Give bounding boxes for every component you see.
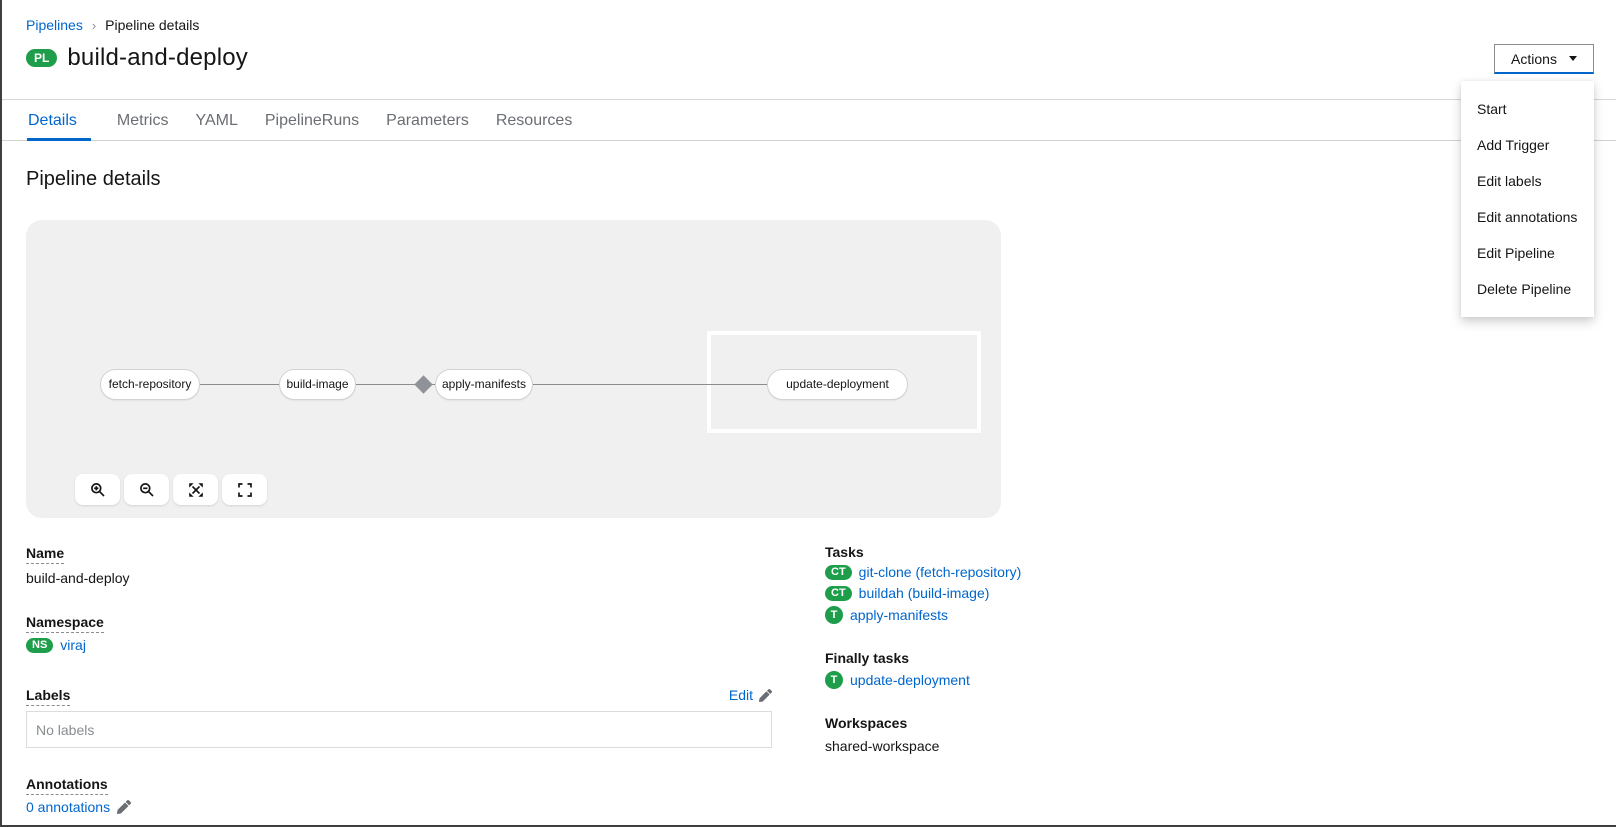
menu-item-edit-annotations[interactable]: Edit annotations — [1461, 199, 1594, 235]
namespace-label: Namespace — [26, 614, 104, 630]
chevron-down-icon — [1569, 56, 1577, 61]
zoom-out-icon — [139, 482, 155, 498]
pipeline-details-page: Pipelines › Pipeline details PL build-an… — [0, 0, 1616, 827]
task-node-update-deployment[interactable]: update-deployment — [767, 369, 908, 400]
pencil-icon — [759, 689, 772, 702]
actions-dropdown-menu: Start Add Trigger Edit labels Edit annot… — [1461, 81, 1594, 317]
when-expression-diamond — [414, 375, 432, 393]
task-link-apply-manifests[interactable]: apply-manifests — [850, 607, 948, 623]
task-node-apply-manifests[interactable]: apply-manifests — [435, 369, 533, 400]
tab-parameters[interactable]: Parameters — [385, 100, 470, 141]
graph-edge — [200, 384, 279, 385]
name-label: Name — [26, 545, 64, 561]
labels-label: Labels — [26, 687, 70, 703]
task-link-update-deployment[interactable]: update-deployment — [850, 672, 970, 688]
pencil-icon[interactable] — [117, 800, 131, 814]
breadcrumb-separator-icon: › — [92, 18, 96, 33]
namespace-badge: NS — [26, 638, 53, 653]
fullscreen-icon — [237, 482, 253, 498]
labels-empty-box: No labels — [26, 711, 772, 748]
tab-yaml[interactable]: YAML — [194, 100, 238, 141]
menu-item-edit-labels[interactable]: Edit labels — [1461, 163, 1594, 199]
task-node-fetch-repository[interactable]: fetch-repository — [100, 369, 200, 400]
labels-row: Labels Edit — [26, 687, 772, 703]
task-node-build-image[interactable]: build-image — [279, 369, 356, 400]
tab-pipelineruns[interactable]: PipelineRuns — [264, 100, 360, 141]
menu-item-edit-pipeline[interactable]: Edit Pipeline — [1461, 235, 1594, 271]
task-list-item: T update-deployment — [825, 671, 970, 689]
zoom-in-icon — [90, 482, 106, 498]
workspaces-label: Workspaces — [825, 715, 907, 731]
graph-zoom-controls — [75, 474, 267, 505]
section-title: Pipeline details — [26, 168, 161, 191]
pipeline-resource-badge: PL — [26, 49, 57, 67]
breadcrumb-link-pipelines[interactable]: Pipelines — [26, 17, 83, 33]
task-list-item: CT buildah (build-image) — [825, 585, 989, 601]
pipeline-visualization-panel: fetch-repository build-image apply-manif… — [26, 220, 1001, 518]
tab-resources[interactable]: Resources — [495, 100, 573, 141]
fullscreen-button[interactable] — [222, 474, 267, 505]
page-header: PL build-and-deploy — [26, 44, 248, 72]
breadcrumb-current: Pipeline details — [105, 17, 199, 33]
namespace-link[interactable]: viraj — [60, 637, 86, 653]
task-list-item: T apply-manifests — [825, 606, 948, 624]
task-list-item: CT git-clone (fetch-repository) — [825, 564, 1021, 580]
zoom-out-button[interactable] — [124, 474, 169, 505]
clustertask-badge: CT — [825, 586, 852, 601]
annotations-label: Annotations — [26, 776, 108, 792]
menu-item-start[interactable]: Start — [1461, 91, 1594, 127]
fit-to-screen-icon — [188, 482, 204, 498]
finally-tasks-label: Finally tasks — [825, 650, 909, 666]
menu-item-add-trigger[interactable]: Add Trigger — [1461, 127, 1594, 163]
task-badge: T — [825, 606, 843, 624]
breadcrumb: Pipelines › Pipeline details — [26, 17, 199, 33]
workspaces-value: shared-workspace — [825, 738, 939, 754]
tab-metrics[interactable]: Metrics — [116, 100, 170, 141]
task-badge: T — [825, 671, 843, 689]
edit-labels-link[interactable]: Edit — [729, 687, 772, 703]
namespace-value: NS viraj — [26, 637, 86, 653]
clustertask-badge: CT — [825, 565, 852, 580]
graph-edge — [533, 384, 767, 385]
menu-item-delete-pipeline[interactable]: Delete Pipeline — [1461, 271, 1594, 307]
tasks-label: Tasks — [825, 544, 864, 560]
tab-bar: Details Metrics YAML PipelineRuns Parame… — [27, 100, 598, 141]
actions-dropdown-button[interactable]: Actions — [1494, 44, 1594, 74]
task-link-buildah[interactable]: buildah (build-image) — [859, 585, 990, 601]
actions-dropdown-label: Actions — [1511, 51, 1557, 67]
page-title: build-and-deploy — [67, 44, 248, 72]
annotations-edit-link[interactable]: 0 annotations — [26, 799, 110, 815]
task-link-git-clone[interactable]: git-clone (fetch-repository) — [859, 564, 1022, 580]
name-value: build-and-deploy — [26, 570, 130, 586]
fit-to-screen-button[interactable] — [173, 474, 218, 505]
zoom-in-button[interactable] — [75, 474, 120, 505]
tab-details[interactable]: Details — [27, 100, 91, 141]
annotations-value: 0 annotations — [26, 799, 131, 815]
